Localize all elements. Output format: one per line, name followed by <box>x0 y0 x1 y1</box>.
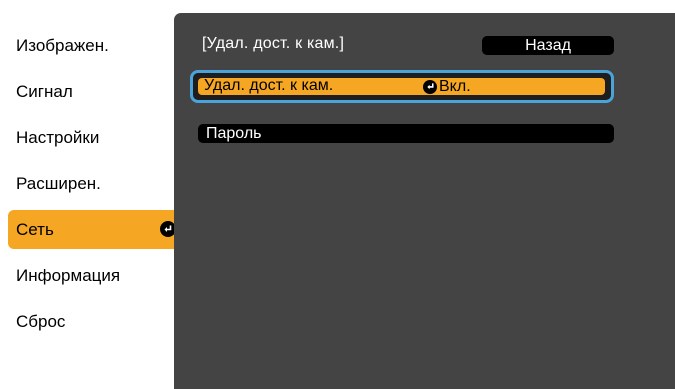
settings-panel: [Удал. дост. к кам.] Назад Удал. дост. к… <box>174 13 675 389</box>
sidebar-item-settings[interactable]: Настройки <box>8 118 186 157</box>
sidebar-item-label: Информация <box>16 265 121 285</box>
row-label: Удал. дост. к кам. <box>204 77 334 94</box>
sidebar-item-label: Сброс <box>16 311 66 331</box>
sidebar: Изображен. Сигнал Настройки Расширен. Се… <box>0 0 187 389</box>
enter-icon <box>423 79 437 94</box>
sidebar-item-image[interactable]: Изображен. <box>8 26 186 65</box>
row-label: Пароль <box>206 124 262 142</box>
sidebar-item-signal[interactable]: Сигнал <box>8 72 186 111</box>
sidebar-item-label: Изображен. <box>16 35 109 55</box>
back-button[interactable]: Назад <box>482 36 614 55</box>
password-row[interactable]: Пароль <box>198 124 614 143</box>
sidebar-item-label: Сигнал <box>16 81 73 101</box>
selection-frame: Удал. дост. к кам. Вкл. <box>190 70 614 103</box>
sidebar-item-label: Сеть <box>16 219 54 239</box>
sidebar-item-info[interactable]: Информация <box>8 256 186 295</box>
sidebar-item-label: Настройки <box>16 127 100 147</box>
row-value: Вкл. <box>439 77 471 95</box>
sidebar-item-network[interactable]: Сеть <box>8 210 186 249</box>
remote-camera-access-row[interactable]: Удал. дост. к кам. Вкл. <box>198 77 605 95</box>
sidebar-item-label: Расширен. <box>16 173 101 193</box>
row-value-group: Вкл. <box>423 78 471 95</box>
sidebar-item-reset[interactable]: Сброс <box>8 302 186 341</box>
sidebar-item-extended[interactable]: Расширен. <box>8 164 186 203</box>
panel-title: [Удал. дост. к кам.] <box>202 35 345 52</box>
